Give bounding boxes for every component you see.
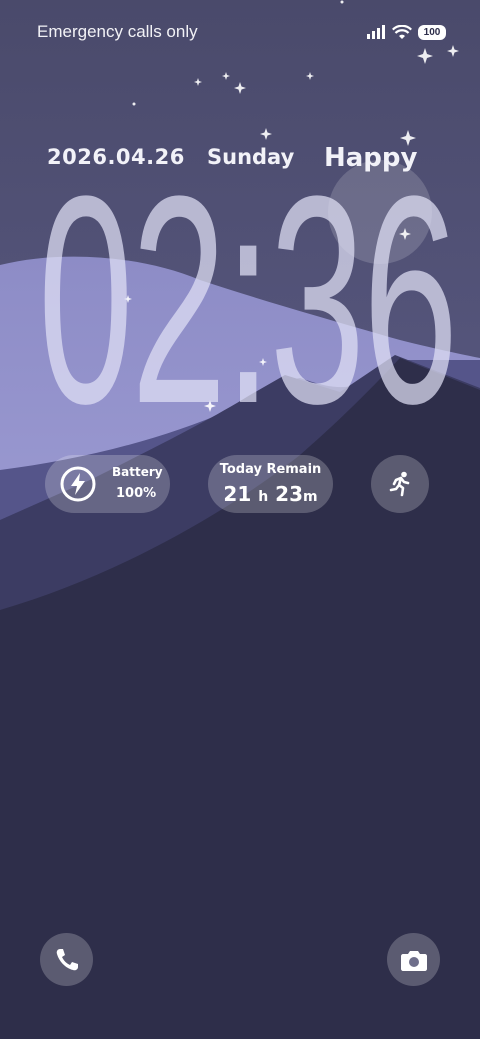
battery-widget[interactable]: Battery 100% xyxy=(45,455,170,513)
battery-level-badge: 100 xyxy=(418,24,446,40)
remain-minutes-unit: m xyxy=(303,489,318,505)
battery-widget-value: 100% xyxy=(116,486,157,501)
lightning-icon xyxy=(60,466,96,502)
battery-widget-label: Battery xyxy=(112,465,163,479)
today-remain-value: 21 h 23m xyxy=(208,482,333,506)
signal-icon xyxy=(367,25,385,39)
today-remain-label: Today Remain xyxy=(219,462,322,477)
camera-shortcut-button[interactable] xyxy=(387,933,440,986)
phone-icon xyxy=(56,948,78,970)
wifi-icon xyxy=(392,24,412,39)
today-remain-widget[interactable]: Today Remain 21 h 23m xyxy=(208,455,333,513)
phone-shortcut-button[interactable] xyxy=(40,933,93,986)
clock-time: 02:36 xyxy=(38,134,458,465)
remain-hours-unit: h xyxy=(258,489,269,505)
status-carrier-text: Emergency calls only xyxy=(37,22,198,41)
running-person-icon xyxy=(389,471,410,497)
remain-minutes: 23 xyxy=(275,482,303,506)
camera-icon xyxy=(400,950,427,971)
remain-hours: 21 xyxy=(223,482,252,506)
activity-widget-button[interactable] xyxy=(371,455,429,513)
status-icons: 100 xyxy=(367,22,446,42)
